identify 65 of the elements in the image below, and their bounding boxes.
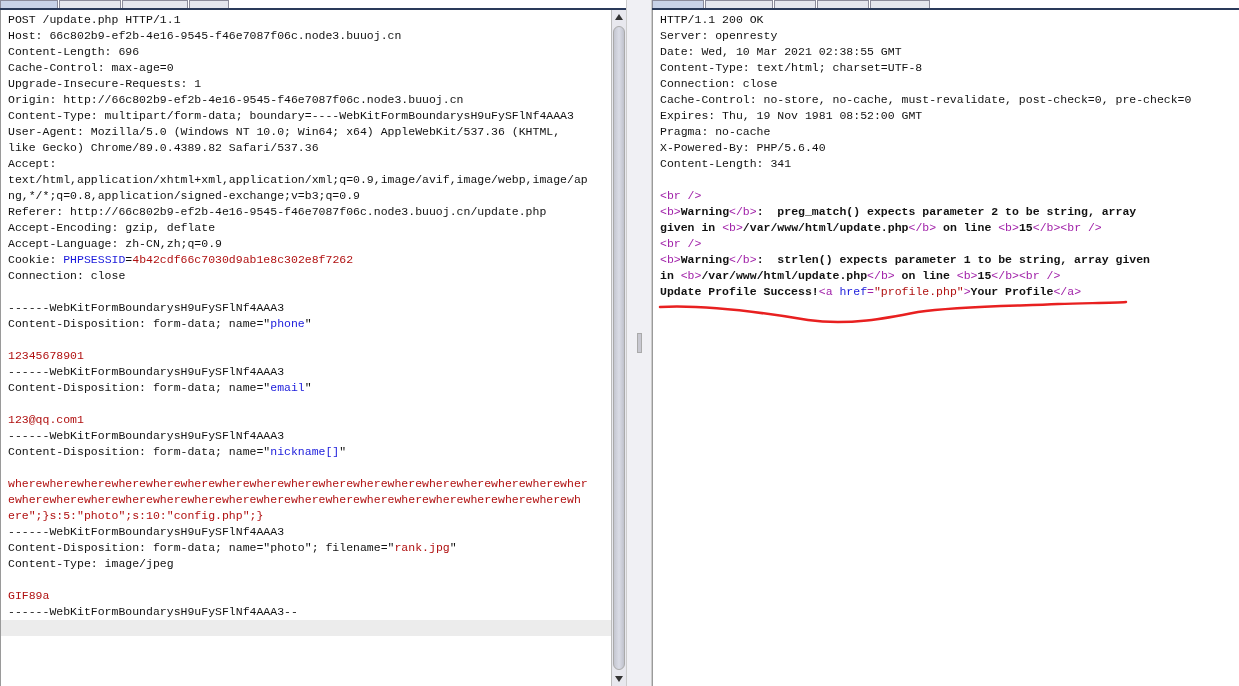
code-line: ere";}s:5:"photo";s:10:"config.php";} xyxy=(8,508,265,524)
code-line: Content-Type: text/html; charset=UTF-8 xyxy=(660,60,924,76)
code-line: ewherewherewherewherewherewherewherewherewherewherewherewherewherewherewherewherewh xyxy=(8,492,582,508)
tab[interactable] xyxy=(774,0,816,8)
tab[interactable] xyxy=(705,0,773,8)
code-line: Pragma: no-cache xyxy=(660,124,772,140)
code-line: ------WebKitFormBoundarysH9uFySFlNf4AAA3 xyxy=(8,524,286,540)
tab[interactable] xyxy=(817,0,869,8)
request-editor[interactable] xyxy=(0,10,611,686)
code-line: Date: Wed, 10 Mar 2021 02:38:55 GMT xyxy=(660,44,903,60)
code-line: ------WebKitFormBoundarysH9uFySFlNf4AAA3 xyxy=(8,364,286,380)
tab[interactable] xyxy=(59,0,121,8)
code-line: Origin: http://66c802b9-ef2b-4e16-9545-f46e7087f06c.node3.buuoj.cn xyxy=(8,92,465,108)
code-line: 12345678901 xyxy=(8,348,85,364)
tab[interactable] xyxy=(870,0,930,8)
code-line: like Gecko) Chrome/89.0.4389.82 Safari/537.36 xyxy=(8,140,320,156)
code-line: text/html,application/xhtml+xml,application/xml;q=0.9,image/avif,image/webp,image/ap xyxy=(8,172,589,188)
code-line: ------WebKitFormBoundarysH9uFySFlNf4AAA3-- xyxy=(8,604,299,620)
code-line: Expires: Thu, 19 Nov 1981 08:52:00 GMT xyxy=(660,108,924,124)
code-line: <b>Warning</b>: strlen() expects parameter 1 to be string, array given xyxy=(660,252,1151,268)
code-line: Connection: close xyxy=(660,76,779,92)
tab[interactable] xyxy=(122,0,188,8)
code-line: Accept-Language: zh-CN,zh;q=0.9 xyxy=(8,236,223,252)
scroll-thumb[interactable] xyxy=(613,26,625,670)
code-line: Referer: http://66c802b9-ef2b-4e16-9545-f46e7087f06c.node3.buuoj.cn/update.php xyxy=(8,204,548,220)
tab[interactable] xyxy=(189,0,229,8)
code-line: Connection: close xyxy=(8,268,127,284)
code-line: ------WebKitFormBoundarysH9uFySFlNf4AAA3 xyxy=(8,428,286,444)
code-line: Content-Disposition: form-data; name="photo"; filename="rank.jpg" xyxy=(8,540,458,556)
code-line: Content-Disposition: form-data; name="phone" xyxy=(8,316,313,332)
code-line: Cache-Control: no-store, no-cache, must-revalidate, post-check=0, pre-check=0 xyxy=(660,92,1193,108)
scroll-down-icon[interactable] xyxy=(615,676,623,682)
tab[interactable] xyxy=(652,0,704,8)
code-line: ------WebKitFormBoundarysH9uFySFlNf4AAA3 xyxy=(8,300,286,316)
code-line: <b>Warning</b>: preg_match() expects parameter 2 to be string, array xyxy=(660,204,1138,220)
code-line: Server: openresty xyxy=(660,28,779,44)
code-line: Host: 66c802b9-ef2b-4e16-9545-f46e7087f06c.node3.buuoj.cn xyxy=(8,28,403,44)
code-line: Content-Length: 341 xyxy=(660,156,793,172)
code-line: Accept-Encoding: gzip, deflate xyxy=(8,220,217,236)
code-line: Content-Disposition: form-data; name="nickname[]" xyxy=(8,444,348,460)
scroll-up-icon[interactable] xyxy=(615,14,623,20)
code-line: Accept: xyxy=(8,156,58,172)
code-line: GIF89a xyxy=(8,588,51,604)
code-line: Content-Type: image/jpeg xyxy=(8,556,175,572)
code-line: Content-Length: 696 xyxy=(8,44,141,60)
code-line: Content-Disposition: form-data; name="email" xyxy=(8,380,313,396)
code-line: Content-Type: multipart/form-data; boundary=----WebKitFormBoundarysH9uFySFlNf4AAA3 xyxy=(8,108,575,124)
code-line: X-Powered-By: PHP/5.6.40 xyxy=(660,140,827,156)
divider-grip[interactable] xyxy=(636,333,642,353)
scrollbar[interactable] xyxy=(611,10,626,686)
code-line: User-Agent: Mozilla/5.0 (Windows NT 10.0; Win64; x64) AppleWebKit/537.36 (KHTML, xyxy=(8,124,562,140)
code-line: <br /> xyxy=(660,236,703,252)
code-line: HTTP/1.1 200 OK xyxy=(660,12,765,28)
code-line: POST /update.php HTTP/1.1 xyxy=(8,12,182,28)
code-line: Cache-Control: max-age=0 xyxy=(8,60,175,76)
code-line: <br /> xyxy=(660,188,703,204)
code-line: Upgrade-Insecure-Requests: 1 xyxy=(8,76,203,92)
code-line: given in <b>/var/www/html/update.php</b> on line <b>15</b><br /> xyxy=(660,220,1103,236)
tab[interactable] xyxy=(0,0,58,8)
code-line: Update Profile Success!<a href="profile.php">Your Profile</a> xyxy=(660,284,1083,300)
code-line: Cookie: PHPSESSID=4b42cdf66c7030d9ab1e8c302e8f7262 xyxy=(8,252,355,268)
code-line: wherewherewherewherewherewherewherewherewherewherewherewherewherewherewherewherewher xyxy=(8,476,589,492)
code-line: 123@qq.com1 xyxy=(8,412,85,428)
code-line: in <b>/var/www/html/update.php</b> on line <b>15</b><br /> xyxy=(660,268,1062,284)
code-line: ng,*/*;q=0.8,application/signed-exchange;v=b3;q=0.9 xyxy=(8,188,361,204)
